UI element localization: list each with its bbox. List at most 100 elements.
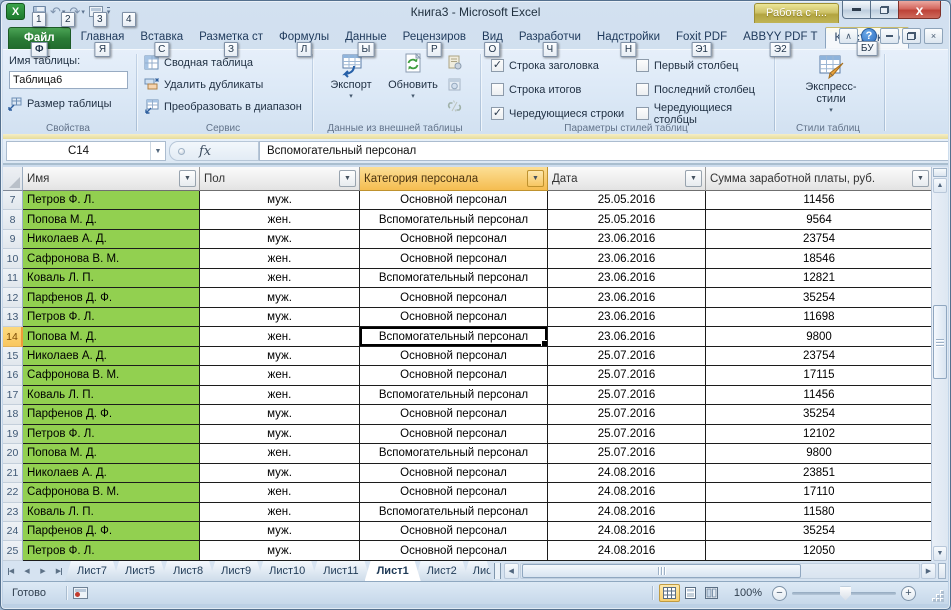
checkbox-box[interactable]: ✓ xyxy=(491,59,504,72)
cell-salary-row-14[interactable]: 9800 xyxy=(706,327,933,346)
cell-category-row-11[interactable]: Вспомогательный персонал xyxy=(360,269,548,288)
scroll-down-button[interactable]: ▼ xyxy=(933,546,947,561)
cell-date-row-22[interactable]: 24.08.2016 xyxy=(548,483,706,502)
restore-workbook-button[interactable] xyxy=(902,28,921,44)
cell-category-row-18[interactable]: Основной персонал xyxy=(360,405,548,424)
row-number-17[interactable]: 17 xyxy=(3,386,23,405)
cell-name-row-13[interactable]: Петров Ф. Л. xyxy=(23,308,200,327)
cell-date-row-18[interactable]: 25.07.2016 xyxy=(548,405,706,424)
view-page-break-button[interactable] xyxy=(701,584,722,602)
row-number-16[interactable]: 16 xyxy=(3,366,23,385)
insert-function-button[interactable]: fx xyxy=(199,144,211,159)
cell-category-row-16[interactable]: Основной персонал xyxy=(360,366,548,385)
formula-bar-handle[interactable] xyxy=(178,148,185,155)
cell-salary-row-22[interactable]: 17110 xyxy=(706,483,933,502)
cell-name-row-17[interactable]: Коваль Л. П. xyxy=(23,386,200,405)
vertical-scroll-thumb[interactable] xyxy=(933,305,947,379)
ribbon-tab-главная[interactable]: ГлавнаяЯ xyxy=(73,27,133,49)
zoom-level[interactable]: 100% xyxy=(734,587,762,599)
ribbon-tab-abbyy-pdf-t[interactable]: ABBYY PDF TЭ2 xyxy=(735,27,825,49)
sheet-tab-лист11[interactable]: Лист11 xyxy=(311,561,370,581)
sheet-tab-лист9[interactable]: Лист9 xyxy=(209,561,263,581)
cell-category-row-13[interactable]: Основной персонал xyxy=(360,308,548,327)
cell-salary-row-21[interactable]: 23851 xyxy=(706,464,933,483)
cell-name-row-15[interactable]: Николаев А. Д. xyxy=(23,347,200,366)
cell-name-row-9[interactable]: Николаев А. Д. xyxy=(23,230,200,249)
export-button[interactable]: Экспорт ▾ xyxy=(321,53,381,119)
cell-date-row-9[interactable]: 23.06.2016 xyxy=(548,230,706,249)
checkbox-box[interactable] xyxy=(636,59,649,72)
cell-gender-row-16[interactable]: жен. xyxy=(200,366,360,385)
cell-gender-row-25[interactable]: муж. xyxy=(200,541,360,560)
sheet-tab-лист7[interactable]: Лист7 xyxy=(65,561,119,581)
cell-name-row-18[interactable]: Парфенов Д. Ф. xyxy=(23,405,200,424)
checkbox-box[interactable] xyxy=(491,83,504,96)
collapse-ribbon-button[interactable]: ∧ xyxy=(839,28,858,44)
name-box-dropdown-icon[interactable]: ▼ xyxy=(150,142,165,160)
cell-name-row-25[interactable]: Петров Ф. Л. xyxy=(23,541,200,560)
view-normal-button[interactable] xyxy=(659,584,680,602)
row-number-25[interactable]: 25 xyxy=(3,541,23,560)
cell-name-row-20[interactable]: Попова М. Д. xyxy=(23,444,200,463)
cell-gender-row-17[interactable]: жен. xyxy=(200,386,360,405)
sheet-tab-лист8[interactable]: Лист8 xyxy=(161,561,215,581)
close-window-button[interactable]: x xyxy=(898,1,941,19)
row-number-18[interactable]: 18 xyxy=(3,405,23,424)
first-sheet-button[interactable]: ◀ xyxy=(3,561,19,581)
cell-name-row-8[interactable]: Попова М. Д. xyxy=(23,210,200,229)
cell-salary-row-10[interactable]: 18546 xyxy=(706,249,933,268)
sheet-tab-лист1[interactable]: Лист1 xyxy=(365,561,421,581)
cell-name-row-23[interactable]: Коваль Л. П. xyxy=(23,503,200,522)
cell-category-row-7[interactable]: Основной персонал xyxy=(360,191,548,210)
sheet-tab-лист2[interactable]: Лист2 xyxy=(415,561,469,581)
cell-salary-row-20[interactable]: 9800 xyxy=(706,444,933,463)
quick-styles-button[interactable]: Экспресс-стили ▾ xyxy=(800,53,862,119)
cell-gender-row-13[interactable]: муж. xyxy=(200,308,360,327)
minimize-window-button[interactable] xyxy=(842,1,871,19)
cell-category-row-14[interactable]: Вспомогательный персонал xyxy=(360,327,548,346)
row-number-14[interactable]: 14 xyxy=(3,327,23,346)
cell-salary-row-12[interactable]: 35254 xyxy=(706,288,933,307)
ribbon-tab-надстройки[interactable]: НадстройкиН xyxy=(589,27,668,49)
cell-name-row-10[interactable]: Сафронова В. М. xyxy=(23,249,200,268)
cell-date-row-13[interactable]: 23.06.2016 xyxy=(548,308,706,327)
row-number-8[interactable]: 8 xyxy=(3,210,23,229)
table-name-input[interactable] xyxy=(9,71,128,89)
cell-name-row-22[interactable]: Сафронова В. М. xyxy=(23,483,200,502)
cell-date-row-11[interactable]: 23.06.2016 xyxy=(548,269,706,288)
cell-salary-row-24[interactable]: 35254 xyxy=(706,522,933,541)
cell-gender-row-11[interactable]: жен. xyxy=(200,269,360,288)
cell-category-row-12[interactable]: Основной персонал xyxy=(360,288,548,307)
cell-category-row-17[interactable]: Вспомогательный персонал xyxy=(360,386,548,405)
cell-name-row-16[interactable]: Сафронова В. М. xyxy=(23,366,200,385)
convert-to-range-button[interactable]: Преобразовать в диапазон xyxy=(141,97,305,116)
cell-date-row-20[interactable]: 25.07.2016 xyxy=(548,444,706,463)
refresh-button[interactable]: Обновить ▾ xyxy=(383,53,443,119)
ribbon-tab-вставка[interactable]: ВставкаС xyxy=(132,27,191,49)
row-number-24[interactable]: 24 xyxy=(3,522,23,541)
sheet-tab-лист[interactable]: Лист xyxy=(463,561,493,581)
cell-salary-row-19[interactable]: 12102 xyxy=(706,425,933,444)
cell-gender-row-23[interactable]: жен. xyxy=(200,503,360,522)
cell-category-row-22[interactable]: Основной персонал xyxy=(360,483,548,502)
cell-gender-row-24[interactable]: муж. xyxy=(200,522,360,541)
horizontal-scroll-track[interactable] xyxy=(520,563,920,579)
cell-date-row-8[interactable]: 25.05.2016 xyxy=(548,210,706,229)
column-header-5[interactable]: Сумма заработной платы, руб.▼ xyxy=(706,167,933,191)
cell-gender-row-7[interactable]: муж. xyxy=(200,191,360,210)
row-number-13[interactable]: 13 xyxy=(3,308,23,327)
cell-name-row-11[interactable]: Коваль Л. П. xyxy=(23,269,200,288)
checkbox-строка-заголовка[interactable]: ✓Строка заголовка xyxy=(491,58,599,73)
vertical-scroll-track[interactable] xyxy=(933,193,947,546)
cell-category-row-24[interactable]: Основной персонал xyxy=(360,522,548,541)
sheet-tab-лист10[interactable]: Лист10 xyxy=(257,561,317,581)
cell-category-row-15[interactable]: Основной персонал xyxy=(360,347,548,366)
cell-date-row-21[interactable]: 24.08.2016 xyxy=(548,464,706,483)
vertical-split-handle[interactable] xyxy=(933,168,947,177)
cell-gender-row-8[interactable]: жен. xyxy=(200,210,360,229)
horizontal-split-handle[interactable] xyxy=(938,563,946,579)
view-page-layout-button[interactable] xyxy=(680,584,701,602)
cell-salary-row-13[interactable]: 11698 xyxy=(706,308,933,327)
checkbox-box[interactable] xyxy=(636,83,649,96)
cell-gender-row-10[interactable]: жен. xyxy=(200,249,360,268)
